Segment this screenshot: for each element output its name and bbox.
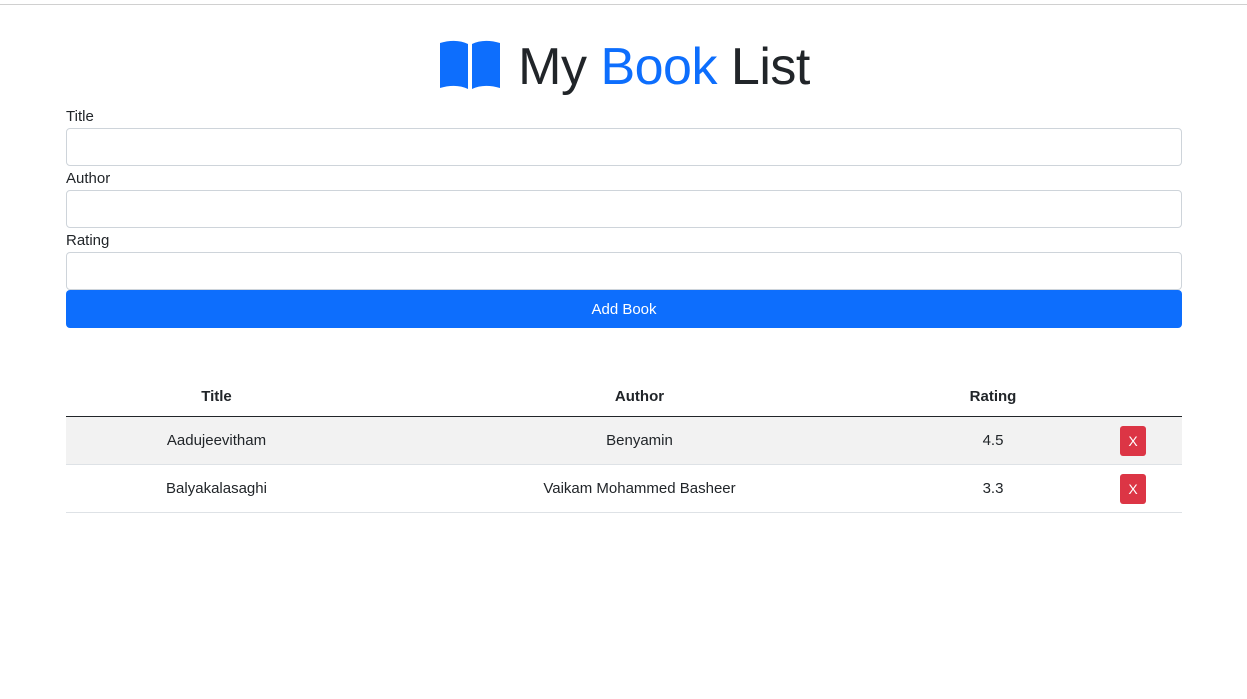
table-row: Balyakalasaghi Vaikam Mohammed Basheer 3… <box>66 464 1182 513</box>
book-author-cell: Benyamin <box>367 416 912 465</box>
delete-book-button[interactable]: X <box>1120 425 1146 456</box>
column-header-title: Title <box>66 377 367 417</box>
title-word-book: Book <box>600 38 717 96</box>
page-title: My Book List <box>66 34 1182 100</box>
delete-book-button[interactable]: X <box>1120 473 1146 504</box>
book-rating-cell: 3.3 <box>912 464 1074 513</box>
action-cell: X <box>1074 416 1182 465</box>
book-author-cell: Vaikam Mohammed Basheer <box>367 464 912 513</box>
action-cell: X <box>1074 464 1182 513</box>
rating-field-label: Rating <box>66 232 110 249</box>
book-title-cell: Aadujeevitham <box>66 416 367 465</box>
add-book-button[interactable]: Add Book <box>66 290 1182 328</box>
rating-input[interactable] <box>66 252 1182 290</box>
table-row: Aadujeevitham Benyamin 4.5 X <box>66 416 1182 465</box>
book-open-icon <box>438 39 502 91</box>
title-word-list: List <box>730 38 810 96</box>
table-header-row: Title Author Rating <box>66 377 1182 417</box>
top-divider <box>0 4 1247 5</box>
book-title-cell: Balyakalasaghi <box>66 464 367 513</box>
book-table: Title Author Rating Aadujeevitham Benyam… <box>66 377 1182 513</box>
author-field-label: Author <box>66 170 111 187</box>
author-input[interactable] <box>66 190 1182 228</box>
title-input[interactable] <box>66 128 1182 166</box>
title-word-my: My <box>518 38 587 96</box>
book-rating-cell: 4.5 <box>912 416 1074 465</box>
column-header-rating: Rating <box>912 377 1074 417</box>
column-header-action <box>1074 377 1182 417</box>
column-header-author: Author <box>367 377 912 417</box>
title-field-label: Title <box>66 108 94 125</box>
